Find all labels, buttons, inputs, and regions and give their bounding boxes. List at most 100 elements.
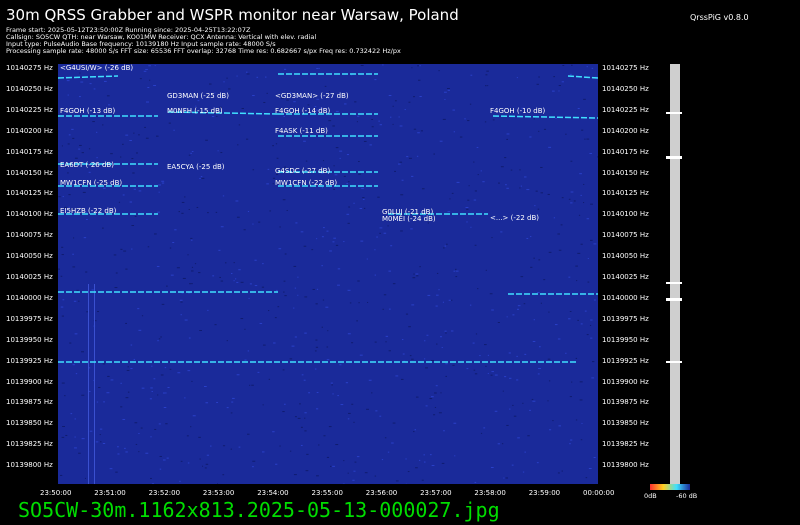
noise-speck [593,299,596,301]
noise-speck [115,471,118,473]
noise-speck [538,367,542,369]
noise-speck [466,368,469,370]
noise-speck [411,175,414,177]
noise-speck [66,80,70,82]
noise-speck [304,332,307,334]
noise-speck [443,91,447,93]
frequency-tick-label: 10140175 Hz [6,147,53,156]
noise-speck [92,121,95,123]
noise-speck [388,308,391,310]
noise-speck [474,481,477,483]
noise-speck [358,302,360,304]
noise-speck [589,152,593,154]
noise-speck [438,412,442,414]
noise-speck [187,254,189,256]
noise-speck [376,236,378,238]
noise-speck [483,427,486,429]
noise-speck [71,128,74,130]
noise-speck [61,145,63,147]
noise-speck [363,207,366,209]
noise-speck [438,289,440,291]
noise-speck [446,88,450,90]
noise-speck [283,280,286,282]
noise-speck [58,268,60,270]
noise-speck [467,199,470,201]
noise-speck [413,128,417,130]
noise-speck [150,387,153,389]
noise-speck [331,384,333,386]
noise-speck [323,435,326,437]
noise-speck [252,466,254,468]
noise-speck [74,157,78,159]
noise-speck [453,270,455,272]
noise-speck [169,247,172,249]
noise-speck [158,338,161,340]
noise-speck [160,336,162,338]
noise-speck [327,330,329,332]
noise-speck [74,447,77,449]
noise-speck [509,408,511,410]
noise-speck [431,396,434,398]
noise-speck [135,443,138,445]
wspr-spot-label: <GD3MAN> (-27 dB) [275,92,349,100]
noise-speck [103,80,107,82]
noise-speck [200,176,203,178]
noise-speck [276,157,279,159]
noise-speck [284,253,287,255]
db-scale-right: -60 dB [676,492,698,500]
noise-speck [447,89,450,91]
noise-speck [301,374,304,376]
noise-speck [366,258,368,260]
noise-speck [125,134,129,136]
noise-speck [557,233,561,235]
noise-speck [220,152,223,154]
noise-speck [282,411,285,413]
noise-speck [407,471,410,473]
noise-speck [177,372,181,374]
noise-speck [130,344,133,346]
noise-speck [402,353,405,355]
noise-speck [548,311,550,313]
noise-speck [182,277,186,279]
noise-speck [326,359,330,361]
noise-speck [140,427,143,429]
noise-speck [520,185,523,187]
noise-speck [580,323,583,325]
noise-speck [379,227,383,229]
noise-speck [585,477,588,479]
noise-speck [98,387,101,389]
noise-speck [501,443,504,445]
noise-speck [275,463,278,465]
noise-speck [315,346,319,348]
noise-speck [543,279,546,281]
noise-speck [106,392,110,394]
noise-speck [157,340,159,342]
noise-speck [334,174,338,176]
noise-speck [536,83,539,85]
noise-speck [176,267,180,269]
noise-speck [173,129,175,131]
noise-speck [388,95,392,97]
noise-speck [383,232,387,234]
wspr-spot-label: <...> (-22 dB) [490,214,539,222]
noise-speck [299,403,301,405]
noise-speck [64,395,66,397]
noise-speck [191,380,193,382]
noise-speck [484,121,487,123]
noise-speck [252,223,254,225]
noise-speck [371,392,373,394]
noise-speck [217,483,219,484]
noise-speck [125,322,128,324]
noise-speck [268,378,271,380]
noise-speck [473,161,475,163]
page-title: 30m QRSS Grabber and WSPR monitor near W… [6,6,459,24]
noise-speck [303,379,306,381]
frequency-tick-label: 10140025 Hz [6,273,53,281]
noise-speck [170,274,174,276]
noise-speck [447,211,451,213]
noise-speck [168,122,171,124]
noise-speck [192,415,196,417]
noise-speck [129,139,132,141]
profile-peak [666,156,682,159]
noise-speck [226,77,228,79]
